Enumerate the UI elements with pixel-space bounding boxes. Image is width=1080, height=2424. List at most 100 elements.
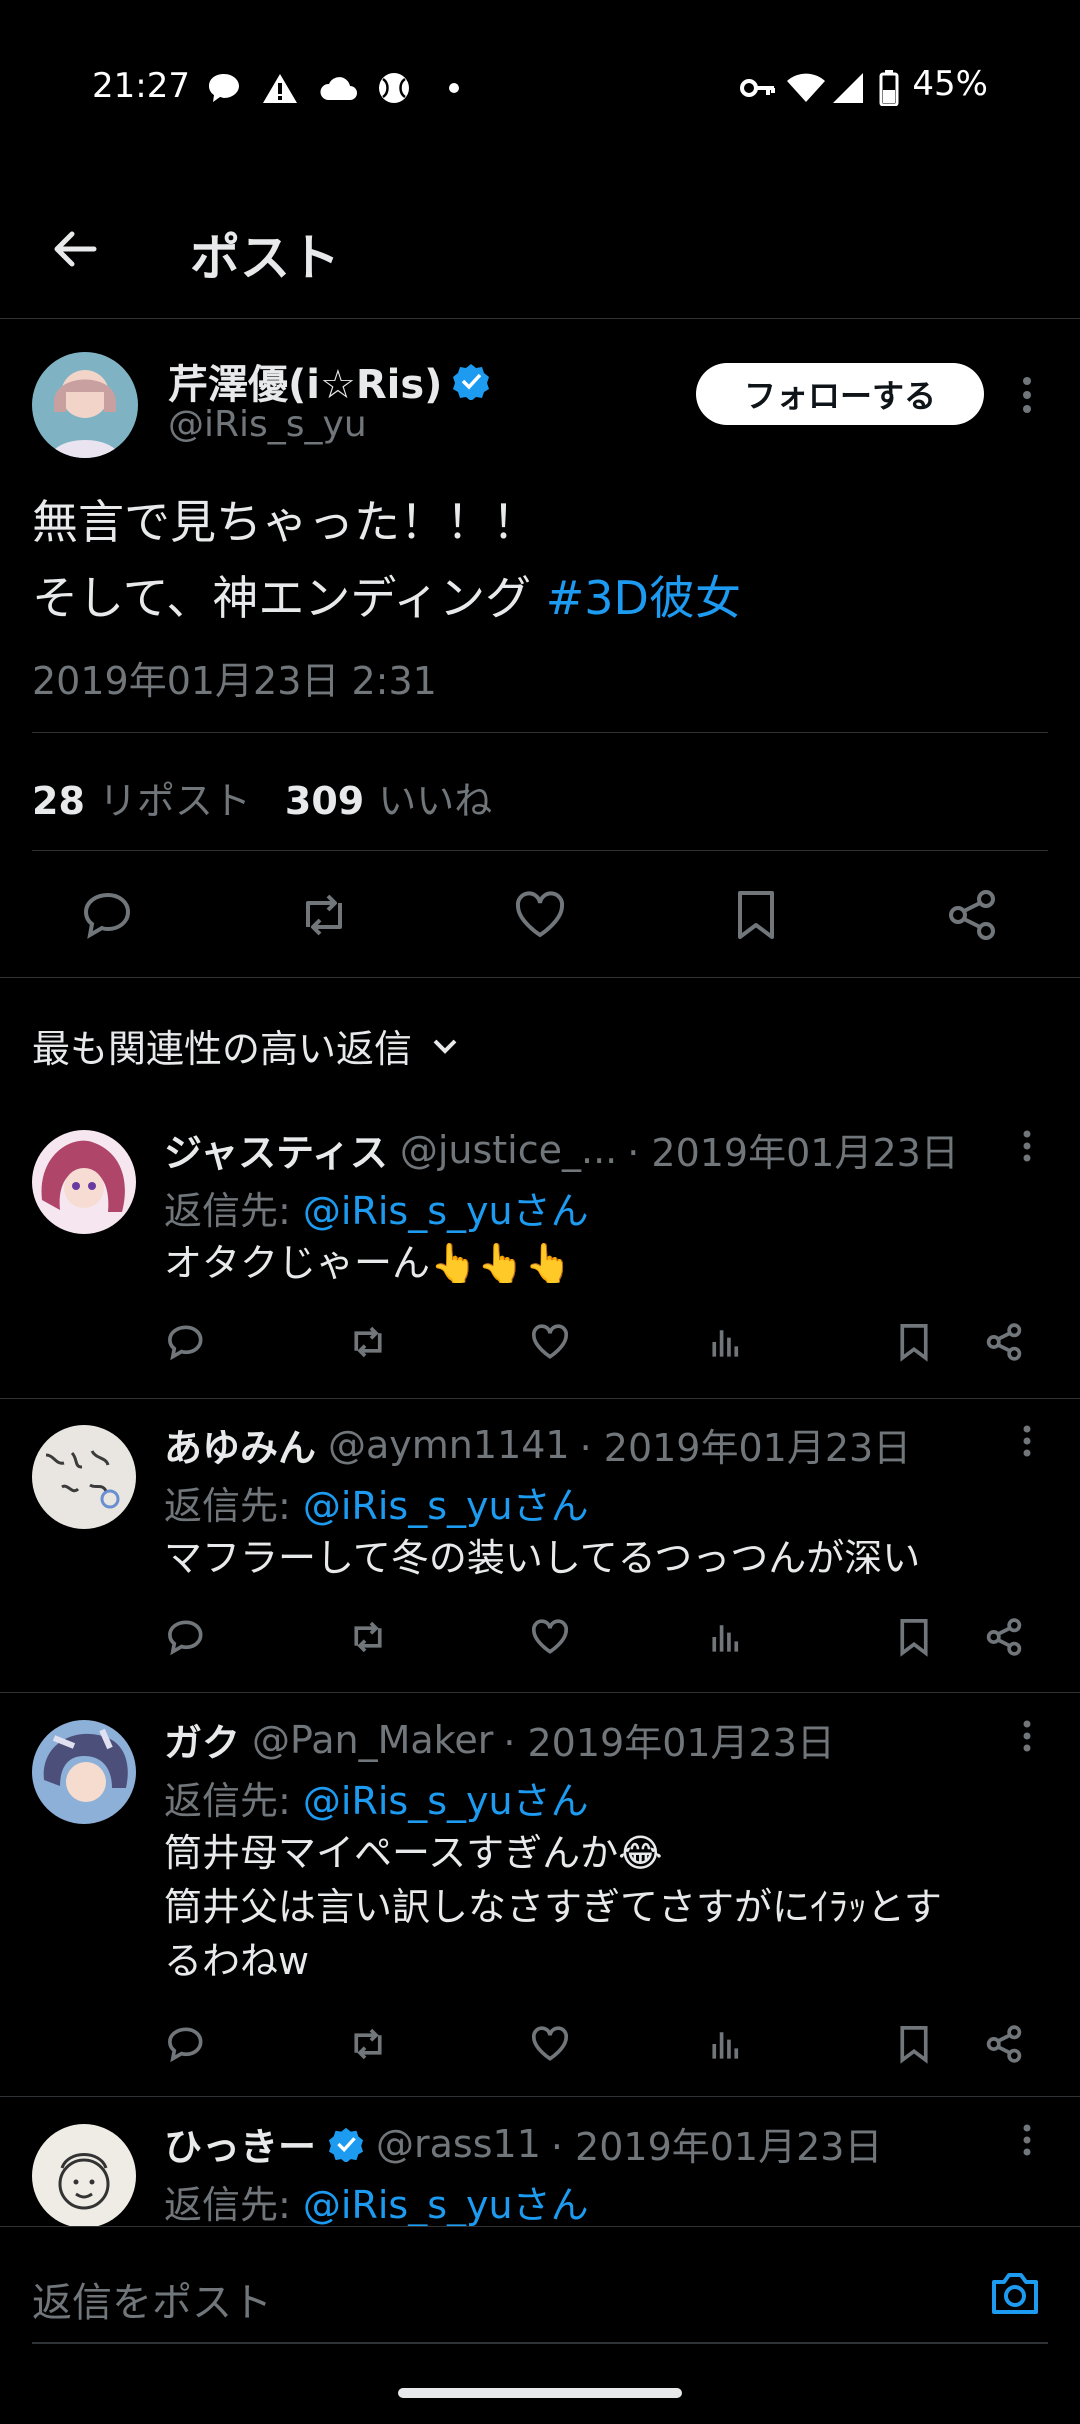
author-handle[interactable]: @iRis_s_yu [168,404,367,445]
battery-percent: 45% [912,64,988,104]
author-name-row[interactable]: 芹澤優(i☆Ris) [168,352,490,410]
share-icon[interactable] [982,2022,1026,2066]
reply-sort-dropdown[interactable]: 最も関連性の高い返信 [32,1018,460,1073]
author-name[interactable]: 芹澤優(i☆Ris) [168,352,442,410]
share-icon[interactable] [942,885,1002,945]
warning-icon [260,68,300,108]
divider [0,977,1080,978]
reply-author-name[interactable]: ジャスティス [164,1122,388,1177]
reply-avatar[interactable] [32,1425,136,1529]
divider [32,850,1048,851]
reply-icon[interactable] [164,1320,208,1364]
like-heart-icon[interactable] [528,1615,572,1659]
more-options-icon[interactable] [1010,2120,1044,2160]
like-heart-icon[interactable] [528,2022,572,2066]
reply-author-name[interactable]: ガク [164,1712,240,1767]
repost-icon[interactable] [294,885,354,945]
reply-avatar[interactable] [32,1720,136,1824]
reply-header: あゆみん @aymn1141 · 2019年01月23日 [164,1417,911,1472]
reply-icon[interactable] [78,885,138,945]
reply-avatar[interactable] [32,1130,136,1234]
verified-badge-icon [328,2126,364,2162]
chevron-down-icon [430,1036,460,1056]
reply-item[interactable]: ガク @Pan_Maker · 2019年01月23日 返信先: @iRis_s… [0,1710,1080,2096]
reply-author-name[interactable]: あゆみん [164,1417,316,1472]
reply-to-link[interactable]: @iRis_s_yuさん [303,1779,589,1823]
reply-author-handle[interactable]: @aymn1141 [328,1423,570,1467]
reply-author-handle[interactable]: @rass11 [376,2122,541,2166]
chat-bubble-icon [204,68,244,108]
likes-label: いいね [378,779,493,823]
wifi-icon [786,68,826,108]
bookmark-icon[interactable] [892,2022,936,2066]
likes-stat[interactable]: 309 いいね [285,770,492,825]
bookmark-icon[interactable] [892,1615,936,1659]
reply-to-link[interactable]: @iRis_s_yuさん [303,1189,589,1233]
share-icon[interactable] [982,1615,1026,1659]
reply-icon[interactable] [164,1615,208,1659]
divider [0,2096,1080,2097]
bookmark-icon[interactable] [726,885,786,945]
reply-to-prefix: 返信先: [164,1189,303,1233]
reply-text: 筒井母マイペースすぎんか😂 筒井父は言い訳しなさすぎてさすがにｲﾗｯとす るわね… [164,1826,1034,1988]
like-heart-icon[interactable] [528,1320,572,1364]
reply-text-line: るわねw [164,1939,310,1983]
reply-to-link[interactable]: @iRis_s_yuさん [303,2183,589,2226]
likes-count: 309 [284,779,365,823]
bookmark-icon[interactable] [892,1320,936,1364]
reposts-stat[interactable]: 28 リポスト [32,770,251,825]
post-text-line: そして、神エンディング [32,571,546,625]
author-avatar[interactable] [32,352,138,458]
reply-action-bar [164,1320,1044,1364]
reply-to: 返信先: @iRis_s_yuさん [164,1475,589,1530]
follow-button[interactable]: フォローする [696,363,984,425]
post-timestamp: 2019年01月23日 2:31 [32,659,437,703]
views-chart-icon[interactable] [704,1320,748,1364]
reply-avatar[interactable] [32,2124,136,2226]
page-title: ポスト [190,229,340,287]
reply-compose-input[interactable]: 返信をポスト [32,2270,272,2328]
reply-header: ひっきー @rass11 · 2019年01月23日 [164,2116,882,2171]
reply-item[interactable]: ひっきー @rass11 · 2019年01月23日 返信先: @iRis_s_… [0,2114,1080,2226]
reply-item[interactable]: ジャスティス @justice_... · 2019年01月23日 返信先: @… [0,1120,1080,1398]
more-options-icon[interactable] [1010,1126,1044,1166]
more-options-icon[interactable] [1010,1716,1044,1756]
divider [0,1692,1080,1693]
reply-header: ジャスティス @justice_... · 2019年01月23日 [164,1122,959,1177]
back-arrow-icon[interactable] [50,224,100,274]
reply-sort-label: 最も関連性の高い返信 [32,1027,413,1071]
reply-icon[interactable] [164,2022,208,2066]
views-chart-icon[interactable] [704,2022,748,2066]
reply-text: マフラーして冬の装いしてるつっつんが深い [164,1536,921,1580]
post-text-line: 無言で見ちゃった！！！ [32,495,538,549]
more-options-icon[interactable] [1010,1421,1044,1461]
camera-icon[interactable] [988,2266,1042,2320]
reply-text-line: 筒井母マイペースすぎんか😂 [164,1831,663,1875]
battery-icon [878,68,900,108]
home-indicator[interactable] [398,2388,682,2398]
reply-to-link[interactable]: @iRis_s_yuさん [303,1484,589,1528]
views-chart-icon[interactable] [704,1615,748,1659]
dot-icon [444,68,464,108]
reply-to-prefix: 返信先: [164,1484,303,1528]
hashtag-link[interactable]: #3D彼女 [546,571,741,625]
status-time: 21:27 [92,66,190,106]
repost-icon[interactable] [346,1615,390,1659]
post-text: 無言で見ちゃった！！！ そして、神エンディング #3D彼女 [32,484,1042,636]
reply-date: · 2019年01月23日 [550,2125,883,2169]
reply-author-name[interactable]: ひっきー [164,2116,316,2171]
share-icon[interactable] [982,1320,1026,1364]
reply-to-prefix: 返信先: [164,1779,303,1823]
like-heart-icon[interactable] [510,885,570,945]
reply-date: · 2019年01月23日 [503,1721,835,1765]
repost-icon[interactable] [346,1320,390,1364]
signal-icon [830,68,866,108]
reply-item[interactable]: あゆみん @aymn1141 · 2019年01月23日 返信先: @iRis_… [0,1415,1080,1691]
compose-underline [32,2342,1048,2344]
reply-author-handle[interactable]: @justice_... [400,1128,617,1172]
repost-icon[interactable] [346,2022,390,2066]
reply-author-handle[interactable]: @Pan_Maker [252,1718,493,1762]
reply-to: 返信先: @iRis_s_yuさん [164,1180,589,1235]
divider [32,732,1048,733]
more-options-icon[interactable] [1010,372,1044,418]
